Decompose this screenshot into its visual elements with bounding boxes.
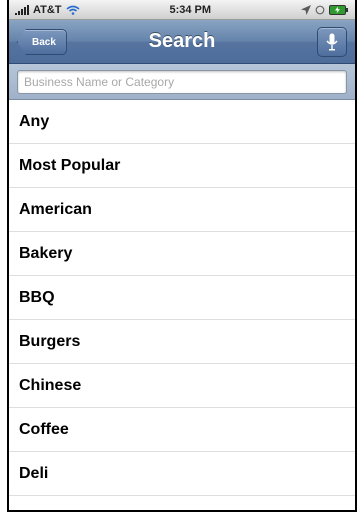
voice-search-button[interactable] <box>317 27 347 57</box>
category-list-item[interactable]: Most Popular <box>9 144 355 188</box>
search-bar <box>9 64 355 100</box>
battery-charging-icon <box>329 4 348 15</box>
category-list-item[interactable]: Chinese <box>9 364 355 408</box>
category-list-item[interactable]: BBQ <box>9 276 355 320</box>
microphone-icon <box>326 33 338 51</box>
page-title: Search <box>148 30 216 52</box>
back-button[interactable]: Back <box>17 29 67 55</box>
wifi-icon <box>66 5 80 15</box>
navigation-bar: Back Search <box>9 20 355 64</box>
status-bar: AT&T 5:34 PM <box>9 0 355 20</box>
phone-screen: AT&T 5:34 PM Back Search Business Name o… <box>7 0 357 512</box>
status-time: 5:34 PM <box>169 3 212 16</box>
category-list-item[interactable]: Any <box>9 100 355 144</box>
search-input[interactable] <box>17 69 347 94</box>
category-list-item[interactable]: Coffee <box>9 408 355 452</box>
carrier-label: AT&T <box>33 3 62 16</box>
category-list-item[interactable]: American <box>9 188 355 232</box>
category-list-item[interactable]: Deli <box>9 452 355 496</box>
location-arrow-icon <box>301 4 311 15</box>
category-list-item[interactable]: Burgers <box>9 320 355 364</box>
alarm-icon <box>315 5 325 14</box>
category-list: Any Most Popular American Bakery BBQ Burgers C… <box>9 100 355 496</box>
category-list-item[interactable]: Bakery <box>9 232 355 276</box>
signal-strength-icon <box>15 4 29 15</box>
